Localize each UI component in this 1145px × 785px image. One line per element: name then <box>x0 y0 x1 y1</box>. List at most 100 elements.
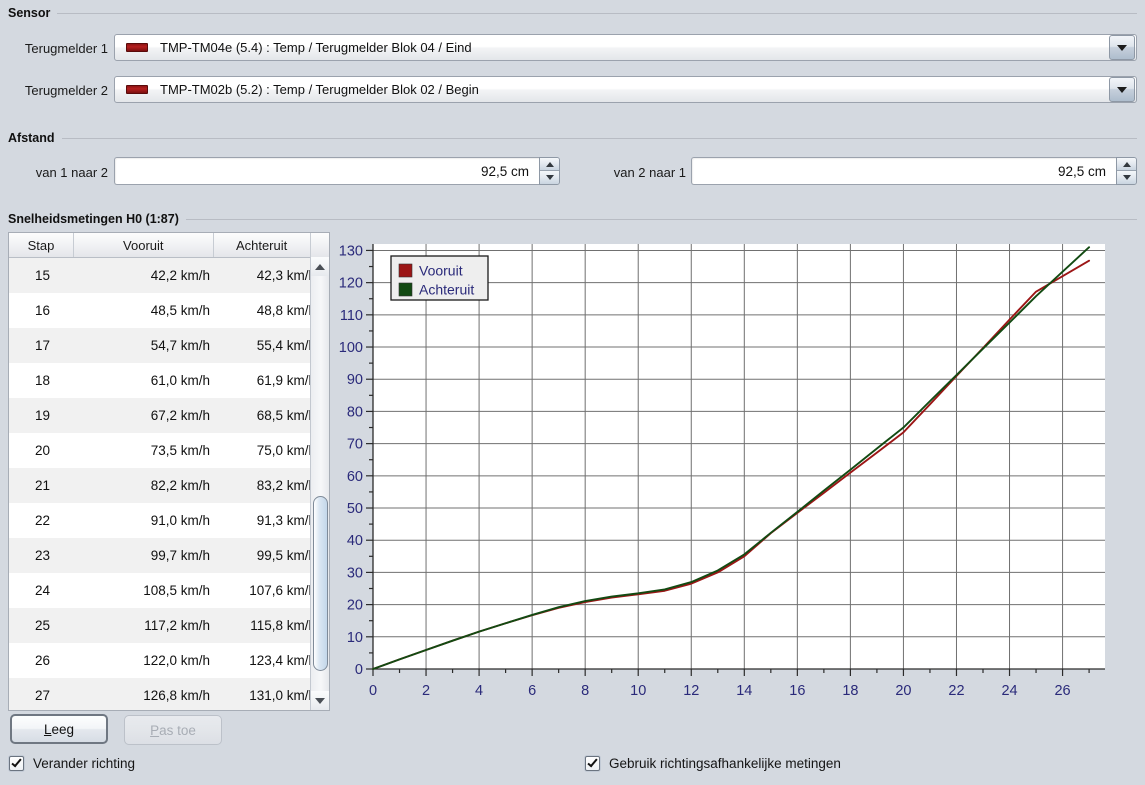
column-header-filler <box>311 233 329 257</box>
cell-achteruit: 68,5 km/h <box>256 408 316 423</box>
cell-achteruit: 61,9 km/h <box>256 373 316 388</box>
table-row[interactable]: 23 99,7 km/h 99,5 km/h <box>9 538 329 573</box>
column-header-vooruit[interactable]: Vooruit <box>74 233 214 257</box>
terugmelder-2-combobox[interactable]: TMP-TM02b (5.2) : Temp / Terugmelder Blo… <box>114 76 1137 103</box>
table-row[interactable]: 20 73,5 km/h 75,0 km/h <box>9 433 329 468</box>
speed-measurement-dialog: Sensor Terugmelder 1 TMP-TM04e (5.4) : T… <box>0 0 1145 785</box>
table-row[interactable]: 26 122,0 km/h 123,4 km/h <box>9 643 329 678</box>
table-row[interactable]: 16 48,5 km/h 48,8 km/h <box>9 293 329 328</box>
verander-richting-label: Verander richting <box>33 756 136 771</box>
cell-stap: 25 <box>34 618 51 633</box>
chevron-down-icon <box>1117 86 1127 93</box>
svg-text:12: 12 <box>683 683 699 699</box>
cell-achteruit: 83,2 km/h <box>256 478 316 493</box>
table-row[interactable]: 21 82,2 km/h 83,2 km/h <box>9 468 329 503</box>
cell-vooruit: 48,5 km/h <box>150 303 210 318</box>
svg-text:2: 2 <box>422 683 430 699</box>
van-2-naar-1-increment-button[interactable] <box>1117 158 1136 171</box>
table-row[interactable]: 25 117,2 km/h 115,8 km/h <box>9 608 329 643</box>
cell-stap: 16 <box>34 303 51 318</box>
table-vertical-scrollbar[interactable] <box>310 257 329 710</box>
terugmelder-1-label: Terugmelder 1 <box>24 41 108 56</box>
svg-text:20: 20 <box>895 683 911 699</box>
cell-stap: 17 <box>34 338 51 353</box>
cell-stap: 15 <box>34 268 51 283</box>
triangle-up-icon <box>545 161 554 167</box>
svg-text:18: 18 <box>842 683 858 699</box>
svg-text:0: 0 <box>369 683 377 699</box>
triangle-down-icon <box>315 697 325 704</box>
speed-chart: 0 10 20 30 40 50 60 70 80 90 100 110 120 130 0 2 4 6 8 10 12… <box>335 236 1140 716</box>
measurements-group-title: Snelheidsmetingen H0 (1:87) <box>8 212 179 226</box>
cell-achteruit: 75,0 km/h <box>256 443 316 458</box>
scrollbar-thumb[interactable] <box>313 496 328 671</box>
verander-richting-checkbox[interactable] <box>9 756 24 771</box>
table-row[interactable]: 24 108,5 km/h 107,6 km/h <box>9 573 329 608</box>
column-header-achteruit[interactable]: Achteruit <box>214 233 311 257</box>
chevron-down-icon <box>1117 44 1127 51</box>
terugmelder-1-dropdown-button[interactable] <box>1109 35 1135 60</box>
table-row[interactable]: 18 61,0 km/h 61,9 km/h <box>9 363 329 398</box>
table-row[interactable]: 17 54,7 km/h 55,4 km/h <box>9 328 329 363</box>
svg-text:Achteruit: Achteruit <box>419 282 474 298</box>
cell-stap: 26 <box>34 653 51 668</box>
van-2-naar-1-spinner[interactable]: 92,5 cm <box>691 157 1137 185</box>
scrollbar-track[interactable] <box>311 276 329 691</box>
cell-vooruit: 122,0 km/h <box>143 653 210 668</box>
sensor-color-swatch-icon <box>126 85 148 94</box>
checkmark-icon <box>11 756 22 768</box>
afstand-group-rule <box>61 137 1137 139</box>
cell-stap: 21 <box>34 478 51 493</box>
scroll-down-button[interactable] <box>311 691 329 710</box>
afstand-group-title: Afstand <box>8 131 55 145</box>
van-1-naar-2-spinner[interactable]: 92,5 cm <box>114 157 560 185</box>
sensor-color-swatch-icon <box>126 43 148 52</box>
van-1-naar-2-input[interactable]: 92,5 cm <box>114 157 539 185</box>
cell-achteruit: 55,4 km/h <box>256 338 316 353</box>
terugmelder-1-combobox[interactable]: TMP-TM04e (5.4) : Temp / Terugmelder Blo… <box>114 34 1137 61</box>
svg-text:8: 8 <box>581 683 589 699</box>
cell-stap: 23 <box>34 548 51 563</box>
van-2-naar-1-decrement-button[interactable] <box>1117 171 1136 184</box>
van-1-naar-2-decrement-button[interactable] <box>540 171 559 184</box>
terugmelder-2-dropdown-button[interactable] <box>1109 77 1135 102</box>
table-row[interactable]: 22 91,0 km/h 91,3 km/h <box>9 503 329 538</box>
svg-text:60: 60 <box>347 469 363 485</box>
svg-text:110: 110 <box>340 308 363 324</box>
scroll-up-button[interactable] <box>311 257 329 276</box>
verander-richting-checkbox-row[interactable]: Verander richting <box>9 756 135 771</box>
svg-text:4: 4 <box>475 683 483 699</box>
table-row[interactable]: 27 126,8 km/h 131,0 km/h <box>9 678 329 710</box>
svg-text:90: 90 <box>347 372 363 388</box>
cell-achteruit: 91,3 km/h <box>256 513 316 528</box>
van-2-naar-1-spin-buttons[interactable] <box>1116 157 1137 185</box>
table-row[interactable]: 19 67,2 km/h 68,5 km/h <box>9 398 329 433</box>
measurements-group-header: Snelheidsmetingen H0 (1:87) <box>8 212 1137 226</box>
chart-plot-background <box>373 244 1105 669</box>
cell-vooruit: 82,2 km/h <box>150 478 210 493</box>
van-1-naar-2-increment-button[interactable] <box>540 158 559 171</box>
cell-vooruit: 99,7 km/h <box>150 548 210 563</box>
richtingsafhankelijke-metingen-checkbox[interactable] <box>585 756 600 771</box>
terugmelder-1-value: TMP-TM04e (5.4) : Temp / Terugmelder Blo… <box>160 40 472 55</box>
svg-text:100: 100 <box>339 340 363 356</box>
svg-text:14: 14 <box>736 683 752 699</box>
table-row[interactable]: 15 42,2 km/h 42,3 km/h <box>9 258 329 293</box>
svg-text:70: 70 <box>347 437 363 453</box>
richtingsafhankelijke-metingen-checkbox-row[interactable]: Gebruik richtingsafhankelijke metingen <box>585 756 841 771</box>
cell-vooruit: 117,2 km/h <box>144 618 210 633</box>
van-1-naar-2-spin-buttons[interactable] <box>539 157 560 185</box>
cell-achteruit: 48,8 km/h <box>256 303 316 318</box>
svg-text:120: 120 <box>339 276 363 292</box>
leeg-button[interactable]: Leeg <box>10 714 108 744</box>
sensor-group-title: Sensor <box>8 6 51 20</box>
pas-toe-button[interactable]: Pas toe <box>124 715 222 745</box>
column-header-stap[interactable]: Stap <box>9 233 74 257</box>
svg-text:24: 24 <box>1001 683 1017 699</box>
chart-x-axis-labels: 0 2 4 6 8 10 12 14 16 18 20 22 24 26 <box>369 669 1090 699</box>
cell-vooruit: 91,0 km/h <box>150 513 210 528</box>
svg-text:6: 6 <box>528 683 536 699</box>
sensor-group-rule <box>57 12 1137 14</box>
triangle-up-icon <box>315 263 325 270</box>
van-2-naar-1-input[interactable]: 92,5 cm <box>691 157 1116 185</box>
